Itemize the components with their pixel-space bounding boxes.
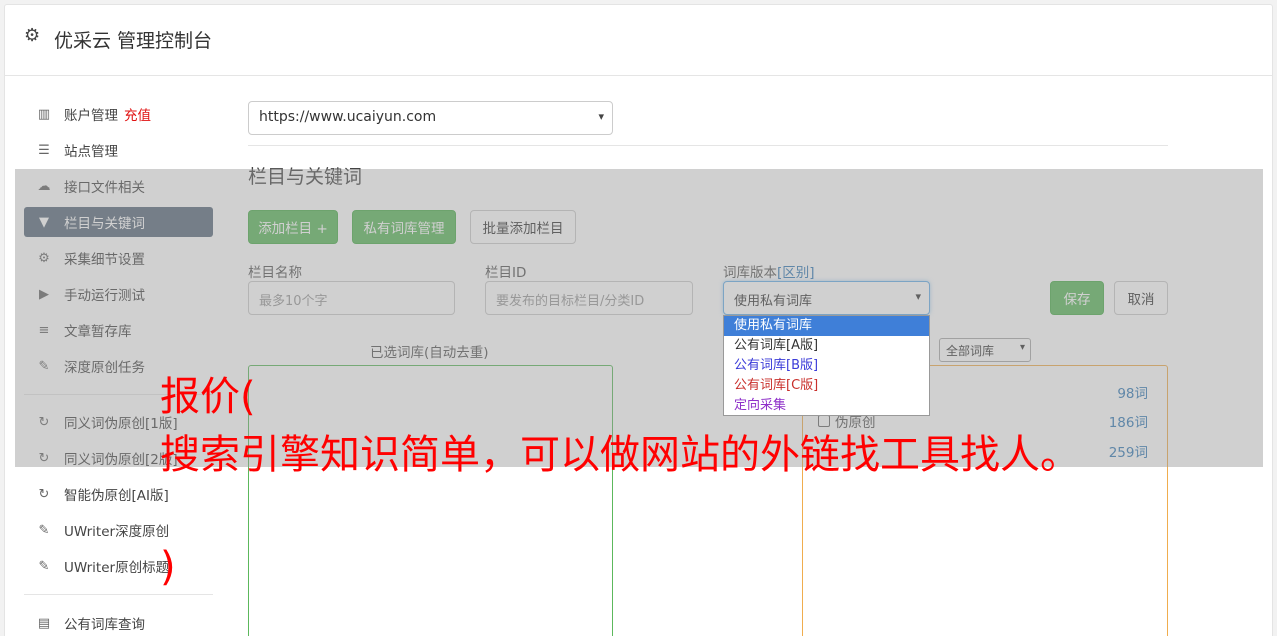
lib-version-select[interactable]: 使用私有词库 ▾ [723, 281, 930, 315]
edit-icon: ✎ [38, 358, 50, 374]
lib-count: 98词 [1117, 386, 1148, 402]
play-circle-icon: ▶ [39, 286, 49, 302]
recharge-link[interactable]: 充值 [124, 104, 151, 124]
refresh-icon: ↻ [38, 414, 50, 430]
sidebar-item-article-store[interactable]: ≡ 文章暂存库 [24, 315, 213, 345]
sidebar-item-label: 手动运行测试 [64, 288, 145, 304]
divider [248, 145, 1168, 146]
chevron-down-icon: ▾ [1019, 342, 1025, 353]
lib-filter-select[interactable]: 全部词库 ▾ [939, 338, 1031, 362]
overlay-line-3: ) [160, 544, 176, 590]
column-name-label: 栏目名称 [248, 265, 302, 281]
sidebar-item-sites[interactable]: ☰ 站点管理 [24, 135, 213, 165]
refresh-icon: ↻ [38, 450, 50, 466]
chevron-down-icon: ▾ [915, 290, 921, 303]
sidebar-item-label: 深度原创任务 [64, 360, 145, 376]
column-id-label: 栏目ID [485, 265, 527, 281]
sidebar-item-interface[interactable]: ☁ 接口文件相关 [24, 171, 213, 201]
edit-icon: ✎ [38, 558, 50, 574]
sidebar-item-collect-settings[interactable]: ⚙ 采集细节设置 [24, 243, 213, 273]
lib-version-label: 词库版本[区别] [723, 261, 815, 281]
sidebar-item-columns[interactable]: ▼ 栏目与关键词 [24, 207, 213, 237]
database-icon: ≡ [38, 322, 50, 338]
sidebar-item-label: 采集细节设置 [64, 252, 145, 268]
sidebar-item-label: 智能伪原创[AI版] [64, 488, 169, 504]
site-select[interactable]: https://www.ucaiyun.com ▾ [248, 101, 613, 135]
sidebar-item-label: UWriter深度原创 [64, 524, 170, 540]
server-icon: ☰ [38, 142, 50, 158]
sidebar-item-label: 文章暂存库 [64, 324, 132, 340]
save-button[interactable]: 保存 [1050, 281, 1104, 315]
filter-icon: ▼ [39, 214, 49, 230]
sidebar-item-public-lib[interactable]: ▤ 公有词库查询 [24, 608, 213, 636]
sidebar-item-label: 公有词库查询 [64, 617, 145, 633]
batch-add-button[interactable]: 批量添加栏目 [470, 210, 576, 244]
dropdown-option[interactable]: 使用私有词库 [724, 316, 929, 336]
bar-chart-icon: ▥ [37, 106, 51, 122]
sidebar-item-manual-run[interactable]: ▶ 手动运行测试 [24, 279, 213, 309]
edit-icon: ✎ [38, 522, 50, 538]
add-column-button[interactable]: 添加栏目 + [248, 210, 338, 244]
refresh-icon: ↻ [38, 486, 50, 502]
sidebar-item-label: 接口文件相关 [64, 180, 145, 196]
page-title: 优采云 管理控制台 [54, 30, 213, 52]
column-name-input[interactable]: 最多10个字 [248, 281, 455, 315]
overlay-line-1: 报价( [160, 374, 256, 420]
gear-icon: ⚙ [24, 25, 41, 46]
sidebar-item-label: 栏目与关键词 [64, 216, 145, 232]
book-icon: ▤ [37, 615, 51, 631]
chevron-down-icon: ▾ [598, 110, 604, 123]
lib-count: 259词 [1108, 445, 1148, 461]
site-select-value: https://www.ucaiyun.com [259, 109, 437, 125]
lib-version-label-text: 词库版本 [723, 265, 777, 281]
overlay-text: 报价( 搜索引擎知识简单，可以做网站的外链找工具找人。 ) [160, 368, 1080, 596]
cancel-button[interactable]: 取消 [1114, 281, 1168, 315]
selected-lib-label: 已选词库(自动去重) [370, 345, 489, 361]
cogs-icon: ⚙ [38, 250, 50, 266]
cloud-upload-icon: ☁ [37, 178, 51, 194]
section-title: 栏目与关键词 [248, 166, 363, 188]
dropdown-option[interactable]: 公有词库[A版] [724, 336, 929, 356]
sidebar-item-label: UWriter原创标题 [64, 560, 170, 576]
lib-count: 186词 [1108, 415, 1148, 431]
private-lib-button[interactable]: 私有词库管理 [352, 210, 456, 244]
sidebar-item-label: 站点管理 [64, 144, 118, 160]
page-header: ⚙ 优采云 管理控制台 [4, 4, 1273, 76]
sidebar-item-account[interactable]: ▥ 账户管理 充值 [24, 99, 213, 129]
difference-link[interactable]: [区别] [777, 265, 815, 281]
column-id-input[interactable]: 要发布的目标栏目/分类ID [485, 281, 693, 315]
lib-filter-value: 全部词库 [946, 344, 995, 358]
overlay-line-2: 搜索引擎知识简单，可以做网站的外链找工具找人。 [160, 432, 1080, 478]
sidebar-item-label: 账户管理 [64, 108, 118, 124]
lib-version-value: 使用私有词库 [734, 294, 813, 309]
